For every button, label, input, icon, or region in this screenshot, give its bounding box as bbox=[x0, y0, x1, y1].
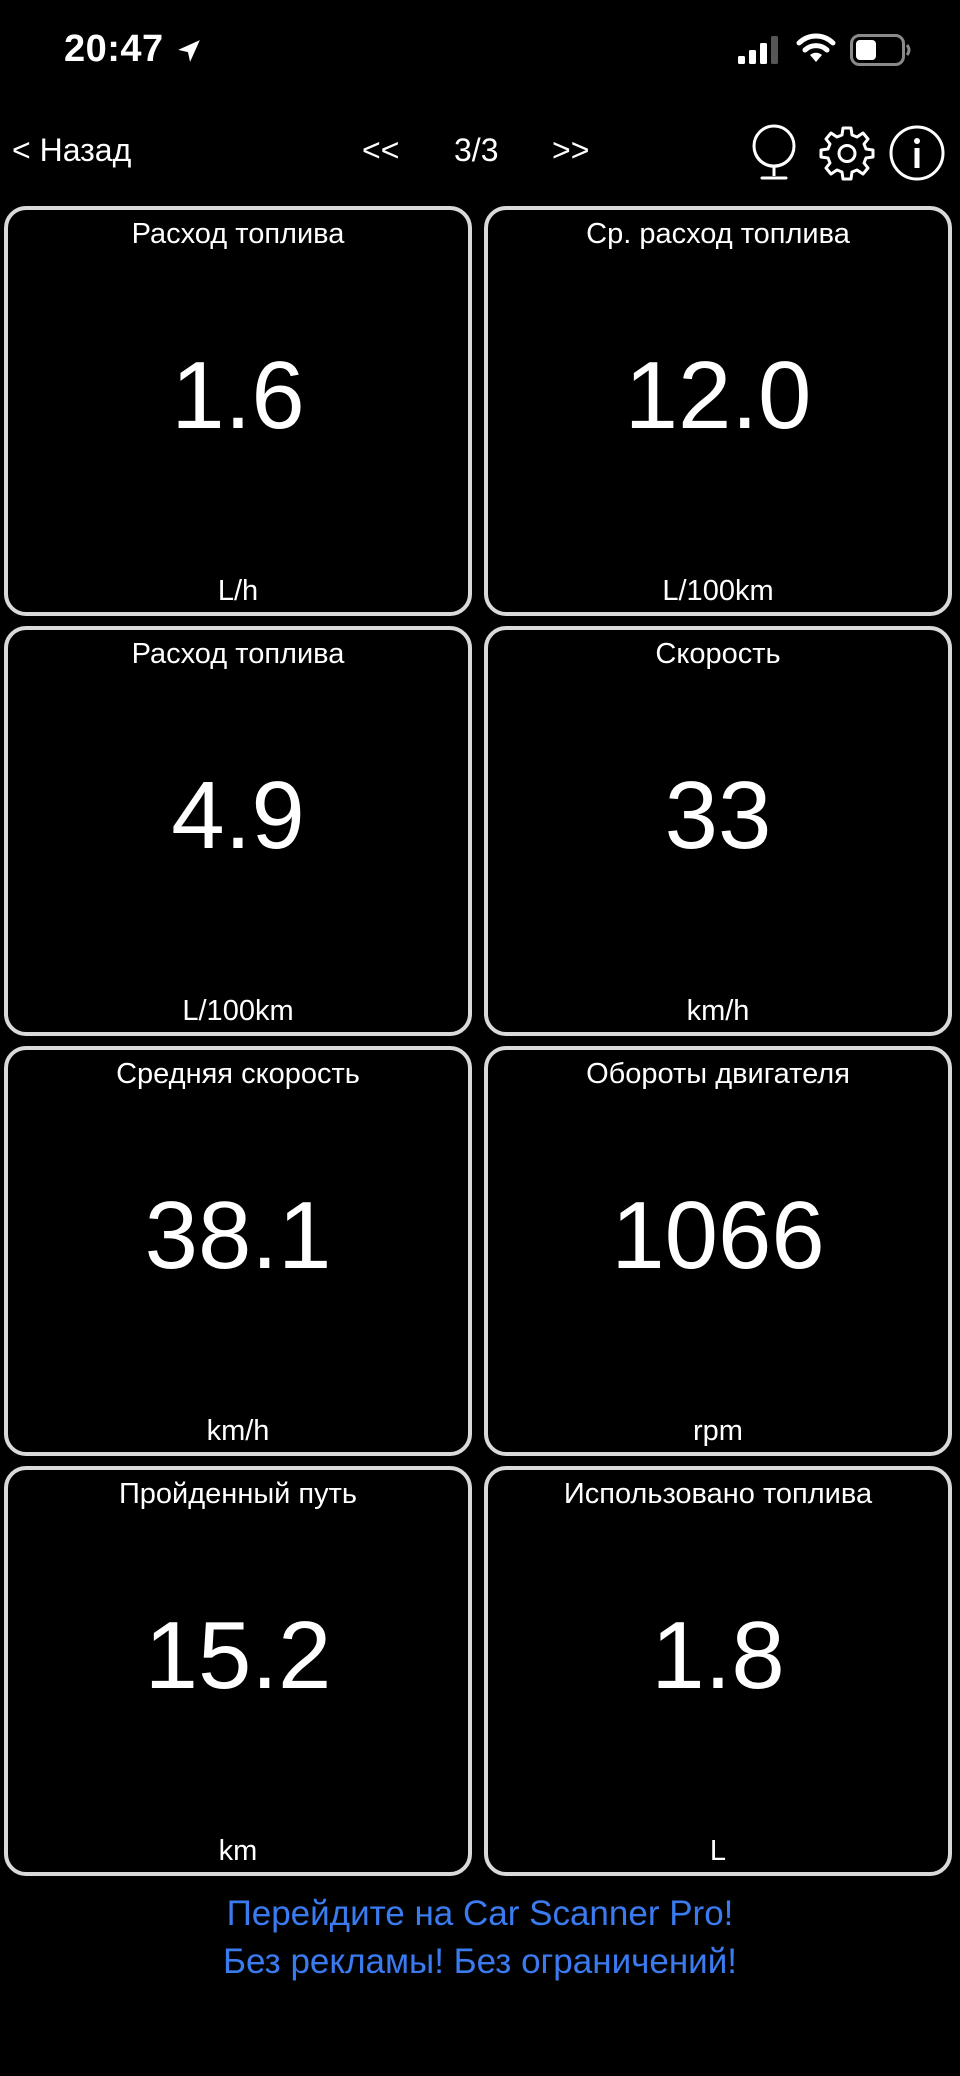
battery-icon bbox=[850, 34, 911, 66]
gauge-tile[interactable]: Расход топлива 1.6 L/h bbox=[4, 206, 472, 616]
back-button[interactable]: < Назад bbox=[12, 132, 131, 169]
gauge-unit: L/h bbox=[217, 575, 259, 607]
gauge-value: 15.2 bbox=[144, 1602, 332, 1709]
gauge-value: 1066 bbox=[611, 1182, 825, 1289]
location-arrow-icon bbox=[178, 40, 200, 62]
gauge-tile[interactable]: Использовано топлива 1.8 L bbox=[484, 1466, 952, 1876]
gear-icon[interactable] bbox=[818, 124, 876, 182]
gauge-tile[interactable]: Средняя скорость 38.1 km/h bbox=[4, 1046, 472, 1456]
pro-upgrade-link[interactable]: Перейдите на Car Scanner Pro! Без реклам… bbox=[0, 1890, 960, 1986]
promo-line-2[interactable]: Без рекламы! Без ограничений! bbox=[0, 1938, 960, 1986]
gauge-title: Скорость bbox=[655, 638, 781, 670]
gauge-title: Расход топлива bbox=[131, 218, 345, 250]
next-page-button[interactable]: >> bbox=[552, 132, 589, 169]
gauge-title: Средняя скорость bbox=[116, 1058, 360, 1090]
nav-bar: < Назад << 3/3 >> bbox=[0, 120, 960, 190]
gauge-unit: L/100km bbox=[662, 575, 774, 607]
gauge-unit: L/100km bbox=[182, 995, 294, 1027]
prev-page-button[interactable]: << bbox=[362, 132, 399, 169]
gauge-title: Обороты двигателя bbox=[586, 1058, 850, 1090]
gauge-unit: km/h bbox=[686, 995, 750, 1027]
gauge-unit: L bbox=[709, 1835, 727, 1867]
gauge-title: Ср. расход топлива bbox=[586, 218, 850, 250]
cellular-signal-icon bbox=[738, 36, 778, 64]
gauge-unit: km bbox=[218, 1835, 258, 1867]
globe-icon[interactable] bbox=[746, 122, 802, 182]
wifi-icon bbox=[796, 33, 836, 62]
status-bar: 20:47 bbox=[0, 0, 960, 100]
gauge-tile[interactable]: Пройденный путь 15.2 km bbox=[4, 1466, 472, 1876]
promo-line-1[interactable]: Перейдите на Car Scanner Pro! bbox=[0, 1890, 960, 1938]
gauge-title: Расход топлива bbox=[131, 638, 345, 670]
gauge-unit: km/h bbox=[206, 1415, 270, 1447]
gauge-value: 12.0 bbox=[624, 342, 812, 449]
gauge-value: 4.9 bbox=[171, 762, 305, 869]
gauge-value: 1.8 bbox=[651, 1602, 785, 1709]
gauge-tile[interactable]: Расход топлива 4.9 L/100km bbox=[4, 626, 472, 1036]
gauge-value: 1.6 bbox=[171, 342, 305, 449]
gauge-unit: rpm bbox=[693, 1415, 743, 1447]
gauge-tile[interactable]: Скорость 33 km/h bbox=[484, 626, 952, 1036]
info-icon[interactable] bbox=[888, 124, 946, 182]
gauge-tile[interactable]: Обороты двигателя 1066 rpm bbox=[484, 1046, 952, 1456]
page-indicator: 3/3 bbox=[454, 132, 499, 168]
gauge-title: Использовано топлива bbox=[563, 1478, 873, 1510]
status-time: 20:47 bbox=[64, 28, 164, 70]
gauge-value: 38.1 bbox=[144, 1182, 332, 1289]
gauge-value: 33 bbox=[664, 762, 772, 869]
gauge-title: Пройденный путь bbox=[118, 1478, 358, 1510]
gauge-tile[interactable]: Ср. расход топлива 12.0 L/100km bbox=[484, 206, 952, 616]
